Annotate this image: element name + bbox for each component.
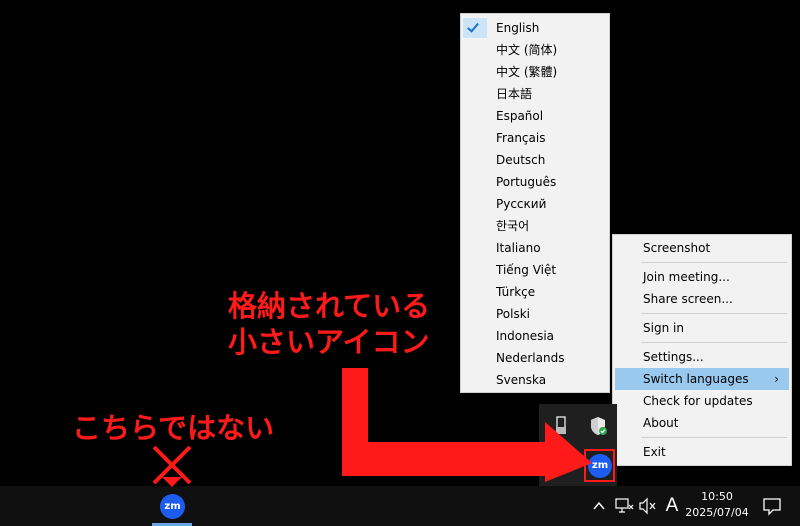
language-label: 한국어 (496, 219, 530, 233)
language-label: Español (496, 109, 544, 123)
language-item[interactable]: Italiano (463, 237, 607, 259)
menu-item-switch-languages[interactable]: Switch languages › (615, 368, 789, 390)
menu-label: Exit (643, 445, 666, 459)
menu-separator (641, 342, 787, 343)
menu-label: Settings... (643, 350, 704, 364)
menu-item-join-meeting[interactable]: Join meeting... (615, 266, 789, 288)
language-item[interactable]: 中文 (简体) (463, 39, 607, 61)
annotation-stored-icon-text: 格納されている 小さいアイコン (228, 288, 430, 360)
menu-label: Check for updates (643, 394, 753, 408)
menu-label: Sign in (643, 321, 684, 335)
language-item[interactable]: Русский (463, 193, 607, 215)
annotation-line: 格納されている (228, 289, 431, 323)
menu-item-check-for-updates[interactable]: Check for updates (615, 390, 789, 412)
menu-label: Share screen... (643, 292, 733, 306)
menu-item-exit[interactable]: Exit (615, 441, 789, 463)
language-label: Français (496, 131, 546, 145)
language-label: Русский (496, 197, 547, 211)
language-label: 日本語 (496, 87, 533, 101)
language-label: 中文 (繁體) (496, 65, 558, 79)
menu-separator (641, 313, 787, 314)
ime-indicator[interactable]: A (664, 492, 680, 520)
zoom-tray-context-menu: Screenshot Join meeting... Share screen.… (612, 234, 792, 466)
checkbox-area (463, 18, 487, 38)
speaker-muted-icon[interactable] (638, 497, 658, 515)
zoom-taskbar-icon[interactable]: zm (160, 494, 185, 519)
x-mark-annotation (152, 445, 192, 487)
language-item[interactable]: Deutsch (463, 149, 607, 171)
notification-center-icon[interactable] (762, 496, 782, 516)
language-label: Indonesia (496, 329, 555, 343)
language-item[interactable]: Polski (463, 303, 607, 325)
taskbar: zm A 10:50 2025/07/04 (0, 486, 800, 526)
language-item[interactable]: Português (463, 171, 607, 193)
zoom-icon-text: zm (164, 501, 181, 512)
language-label: Türkçe (496, 285, 536, 299)
language-label: Polski (496, 307, 531, 321)
clock-date: 2025/07/04 (685, 506, 749, 519)
menu-item-settings[interactable]: Settings... (615, 346, 789, 368)
chevron-up-icon[interactable] (592, 499, 606, 513)
language-label: Português (496, 175, 557, 189)
language-label: English (496, 21, 540, 35)
menu-label: Screenshot (643, 241, 711, 255)
language-label: 中文 (简体) (496, 43, 558, 57)
language-item[interactable]: Français (463, 127, 607, 149)
annotation-line: 小さいアイコン (228, 325, 430, 359)
language-item[interactable]: Español (463, 105, 607, 127)
menu-separator (641, 437, 787, 438)
language-item[interactable]: 日本語 (463, 83, 607, 105)
language-item[interactable]: Indonesia (463, 325, 607, 347)
red-arrow-annotation (342, 368, 592, 482)
clock-time: 10:50 (701, 490, 733, 503)
menu-item-sign-in[interactable]: Sign in (615, 317, 789, 339)
menu-item-share-screen[interactable]: Share screen... (615, 288, 789, 310)
language-item[interactable]: Tiếng Việt (463, 259, 607, 281)
network-icon[interactable] (614, 497, 634, 515)
language-submenu: English 中文 (简体) 中文 (繁體) 日本語 Español Fran… (460, 13, 610, 393)
checkmark-icon (467, 20, 479, 33)
menu-item-screenshot[interactable]: Screenshot (615, 237, 789, 259)
language-item[interactable]: 한국어 (463, 215, 607, 237)
menu-label: About (643, 416, 679, 430)
chevron-right-icon: › (774, 372, 779, 386)
menu-item-about[interactable]: About (615, 412, 789, 434)
language-item[interactable]: 中文 (繁體) (463, 61, 607, 83)
menu-label: Switch languages (643, 372, 749, 386)
language-item-english[interactable]: English (463, 17, 607, 39)
menu-separator (641, 262, 787, 263)
language-item[interactable]: Türkçe (463, 281, 607, 303)
language-label: Deutsch (496, 153, 546, 167)
annotation-not-this-text: こちらではない (72, 411, 275, 445)
menu-label: Join meeting... (643, 270, 730, 284)
language-label: Italiano (496, 241, 541, 255)
language-label: Tiếng Việt (496, 263, 557, 277)
clock[interactable]: 10:50 2025/07/04 (684, 489, 750, 521)
